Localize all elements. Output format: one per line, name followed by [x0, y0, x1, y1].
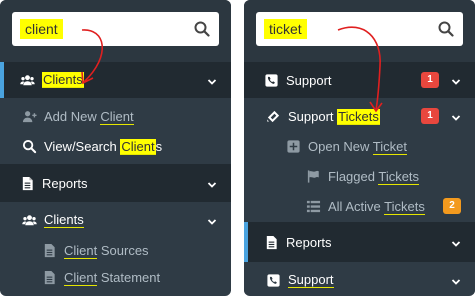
menu-item-label: Support: [288, 272, 334, 288]
chevron-down-icon[interactable]: [451, 275, 461, 285]
left-menu-panel: client Clients Add New Client View/Searc…: [0, 0, 231, 296]
document-icon: [40, 268, 58, 286]
menu-item-reports-clients[interactable]: Clients: [0, 206, 231, 234]
phone-icon: [264, 271, 282, 289]
users-icon: [18, 71, 36, 89]
menu-item-clients[interactable]: Clients: [0, 62, 231, 98]
menu-item-label: Reports: [286, 234, 332, 250]
menu-item-label: Clients: [42, 72, 84, 88]
left-search-input[interactable]: client: [12, 12, 219, 46]
menu-item-label: Add New Client: [44, 108, 134, 125]
menu-item-open-new-ticket[interactable]: Open New Ticket: [244, 132, 475, 160]
active-indicator: [0, 62, 4, 98]
list-icon: [304, 197, 322, 215]
chevron-down-icon[interactable]: [451, 75, 461, 85]
chevron-down-icon[interactable]: [451, 111, 461, 121]
phone-icon: [262, 71, 280, 89]
menu-item-label: Support: [286, 72, 332, 88]
notification-badge: 1: [421, 72, 439, 88]
document-icon: [18, 174, 36, 192]
menu-item-label: Support Tickets: [288, 108, 380, 125]
menu-item-label: Flagged Tickets: [328, 168, 420, 185]
right-search-input[interactable]: ticket: [256, 12, 463, 46]
menu-item-label: Open New Ticket: [308, 138, 407, 155]
left-search-value: client: [20, 19, 63, 39]
menu-item-reports-support[interactable]: Support: [244, 266, 475, 294]
ticket-icon: [264, 107, 282, 125]
notification-badge: 1: [421, 108, 439, 124]
user-plus-icon: [20, 107, 38, 125]
menu-item-label: All Active Tickets: [328, 198, 425, 215]
menu-item-view-search-clients[interactable]: View/Search Clients: [0, 132, 231, 160]
menu-item-add-new-client[interactable]: Add New Client: [0, 102, 231, 130]
menu-item-support-tickets[interactable]: Support Tickets 1: [244, 102, 475, 130]
menu-item-label: Client Sources: [64, 242, 149, 259]
menu-item-support[interactable]: Support 1: [244, 62, 475, 98]
document-icon: [40, 241, 58, 259]
menu-item-reports[interactable]: Reports: [0, 164, 231, 202]
search-icon[interactable]: [438, 21, 454, 37]
menu-item-client-statement[interactable]: Client Statement: [0, 263, 231, 291]
flag-icon: [304, 167, 322, 185]
menu-item-all-active-tickets[interactable]: All Active Tickets 2: [244, 192, 475, 220]
menu-item-label: View/Search Clients: [44, 138, 163, 155]
right-menu-panel: ticket Support 1 Support Tickets 1 Open …: [244, 0, 475, 296]
search-icon: [20, 137, 38, 155]
menu-item-reports[interactable]: Reports: [244, 222, 475, 262]
menu-item-label: Clients: [44, 212, 84, 228]
users-icon: [20, 211, 38, 229]
chevron-down-icon[interactable]: [207, 215, 217, 225]
left-search-area: client: [0, 0, 231, 62]
plus-square-icon: [284, 137, 302, 155]
notification-badge: 2: [443, 198, 461, 214]
chevron-down-icon[interactable]: [207, 75, 217, 85]
chevron-down-icon[interactable]: [207, 178, 217, 188]
chevron-down-icon[interactable]: [451, 237, 461, 247]
menu-item-label: Client Statement: [64, 269, 161, 286]
active-indicator: [244, 222, 248, 262]
right-search-area: ticket: [244, 0, 475, 62]
right-search-value: ticket: [264, 19, 307, 39]
menu-item-label: Reports: [42, 175, 88, 191]
menu-item-client-sources[interactable]: Client Sources: [0, 236, 231, 264]
search-icon[interactable]: [194, 21, 210, 37]
document-icon: [262, 233, 280, 251]
menu-item-flagged-tickets[interactable]: Flagged Tickets: [244, 162, 475, 190]
